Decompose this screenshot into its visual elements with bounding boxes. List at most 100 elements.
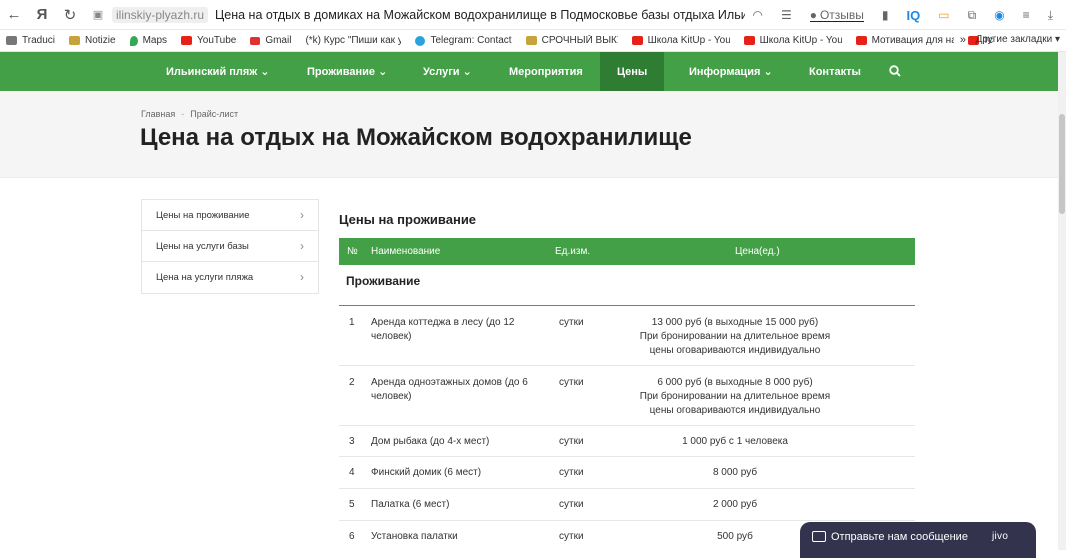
row-name: Аренда коттеджа в лесу (до 12 человек) — [371, 317, 515, 342]
scroll-thumb[interactable] — [1059, 114, 1065, 214]
row-num: 5 — [349, 499, 355, 510]
gmail-icon — [250, 36, 261, 45]
chat-brand-logo: jivo — [992, 531, 1009, 542]
row-price: 8 000 руб — [712, 467, 758, 478]
row-unit: сутки — [559, 317, 584, 328]
headphones-icon[interactable]: ◠ — [752, 8, 762, 22]
table-row: 4 Финский домик (6 мест) сутки 8 000 руб — [339, 457, 915, 489]
chat-widget-label: Отправьте нам сообщение — [831, 531, 968, 543]
bookmark-label: Maps — [142, 35, 168, 46]
telegram-icon — [415, 35, 426, 46]
back-arrow-icon[interactable]: ← — [0, 6, 28, 23]
other-bookmarks-button[interactable]: Другие закладки ▾ — [976, 34, 1060, 45]
chat-bubble-icon: ● — [809, 7, 817, 22]
col-header-unit: Ед.изм. — [555, 246, 591, 257]
yandex-logo-icon[interactable]: Я — [28, 6, 56, 23]
row-unit: сутки — [559, 436, 584, 447]
battery-icon[interactable]: ▭ — [938, 8, 949, 22]
main-nav: Ильинский пляж ⌄ Проживание ⌄ Услуги ⌄ М… — [0, 52, 1066, 91]
breadcrumb: Главная - Прайс-лист — [141, 109, 238, 119]
reviews-button[interactable]: ● Отзывы — [809, 7, 864, 22]
bookmark-item[interactable]: Traduci — [6, 35, 55, 46]
row-num: 4 — [349, 467, 355, 478]
bookmark-label: СРОЧНЫЙ ВЫКУП — [541, 35, 618, 46]
chat-widget-button[interactable]: Отправьте нам сообщение jivo — [800, 522, 1036, 558]
bookmark-item[interactable]: YouTube — [181, 35, 236, 46]
nav-label: Информация — [689, 66, 761, 78]
iq-icon[interactable]: IQ — [907, 8, 921, 23]
sidebar-item-uslugi-bazy[interactable]: Цены на услуги базы › — [142, 231, 318, 262]
bookmark-item[interactable]: Telegram: Contact — [415, 35, 512, 46]
bookmark-item[interactable]: Notizie — [68, 35, 116, 46]
row-num: 1 — [349, 317, 355, 328]
row-unit: сутки — [559, 377, 584, 388]
url-host[interactable]: ilinskiy-plyazh.ru — [112, 6, 209, 23]
bookmark-item[interactable]: Школа KitUp - You — [631, 35, 730, 46]
sidebar-item-label: Цена на услуги пляжа — [156, 272, 254, 283]
row-price: 2 000 руб — [712, 499, 758, 510]
bookmark-item[interactable]: Мотивация для на — [855, 35, 954, 46]
nav-label: Цены — [617, 66, 648, 78]
bookmark-item[interactable]: (*k) Курс "Пиши как у — [305, 35, 401, 46]
nav-item-uslugi[interactable]: Услуги ⌄ — [423, 52, 472, 91]
youtube-icon — [181, 36, 193, 45]
col-header-name: Наименование — [371, 246, 441, 257]
chevron-down-icon: ⌄ — [462, 66, 472, 78]
bookmark-label: Школа KitUp - You — [647, 35, 730, 46]
extension-icon[interactable]: ⧉ — [968, 8, 977, 23]
youtube-icon — [631, 36, 643, 45]
table-group-header: Проживание — [339, 265, 915, 306]
reviews-label: Отзывы — [819, 7, 864, 22]
row-unit: сутки — [559, 499, 584, 510]
chevron-down-icon: ⌄ — [378, 66, 388, 78]
page-header: Главная - Прайс-лист Цена на отдых на Можа… — [0, 91, 1066, 178]
bookmark-item[interactable]: Школа KitUp - You — [743, 35, 842, 46]
nav-item-informatsiya[interactable]: Информация ⌄ — [689, 52, 773, 91]
row-name: Финский домик (6 мест) — [371, 467, 482, 478]
bookmark-label: YouTube — [197, 35, 237, 46]
row-name: Установка палатки — [371, 531, 458, 542]
page-scrollbar[interactable] — [1058, 52, 1066, 550]
nav-item-prozhivanie[interactable]: Проживание ⌄ — [307, 52, 387, 91]
news-icon — [68, 36, 80, 45]
table-row: 1 Аренда коттеджа в лесу (до 12 человек)… — [339, 306, 915, 366]
bookmark-item[interactable]: СРОЧНЫЙ ВЫКУП — [525, 35, 618, 46]
table-row: 2 Аренда одноэтажных домов (до 6 человек… — [339, 366, 915, 426]
bookmark-label: Школа KitUp - You — [759, 35, 842, 46]
maps-icon — [129, 35, 138, 46]
breadcrumb-home[interactable]: Главная — [141, 109, 175, 119]
breadcrumb-current: Прайс-лист — [190, 109, 239, 119]
bookmarks-more-button[interactable]: » — [960, 34, 966, 46]
youtube-icon — [743, 36, 755, 45]
reload-icon[interactable]: ↻ — [56, 6, 84, 24]
row-name: Палатка (6 мест) — [371, 499, 450, 510]
chevron-right-icon: › — [300, 208, 304, 222]
menu-icon[interactable]: ≡ — [1023, 8, 1030, 22]
nav-item-tseny[interactable]: Цены — [600, 52, 665, 91]
browser-address-bar: ← Я ↻ ▣ ilinskiy-plyazh.ru Цена на отдых… — [0, 0, 1066, 30]
nav-item-ilinskiy-plyazh[interactable]: Ильинский пляж ⌄ — [166, 52, 269, 91]
nav-item-meropriyatiya[interactable]: Мероприятия — [509, 52, 583, 91]
sidebar-item-prozhivanie[interactable]: Цены на проживание › — [142, 200, 318, 231]
row-unit: сутки — [559, 467, 584, 478]
bookmark-item[interactable]: Maps — [129, 35, 168, 46]
row-num: 2 — [349, 377, 355, 388]
table-row: 3 Дом рыбака (до 4-х мест) сутки 1 000 р… — [339, 426, 915, 457]
sidebar-item-uslugi-plyazha[interactable]: Цена на услуги пляжа › — [142, 262, 318, 293]
price-sidebar: Цены на проживание › Цены на услуги базы ›… — [141, 199, 319, 294]
search-icon[interactable] — [889, 65, 901, 77]
bookmark-item[interactable]: Gmail — [250, 35, 291, 46]
nav-label: Услуги — [423, 66, 460, 78]
profile-icon[interactable]: ◉ — [994, 8, 1004, 22]
page-title: Цена на отдых на Можайском водохранилище — [140, 124, 692, 151]
lock-icon: ▣ — [92, 9, 104, 21]
section-title: Цены на проживание — [339, 212, 477, 227]
browser-toolbar-right: ◠ ☰ ● Отзывы ▮ IQ ▭ ⧉ ◉ ≡ ⤓ — [743, 0, 1062, 30]
nav-item-kontakty[interactable]: Контакты — [809, 52, 861, 91]
bookmark-icon[interactable]: ▮ — [882, 8, 889, 22]
col-header-price: Цена(ед.) — [735, 246, 780, 257]
bookmark-label: Telegram: Contact — [430, 35, 512, 46]
tab-title: Цена на отдых в домиках на Можайском вод… — [215, 7, 746, 22]
download-icon[interactable]: ⤓ — [1048, 8, 1053, 23]
reader-icon[interactable]: ☰ — [781, 8, 792, 22]
